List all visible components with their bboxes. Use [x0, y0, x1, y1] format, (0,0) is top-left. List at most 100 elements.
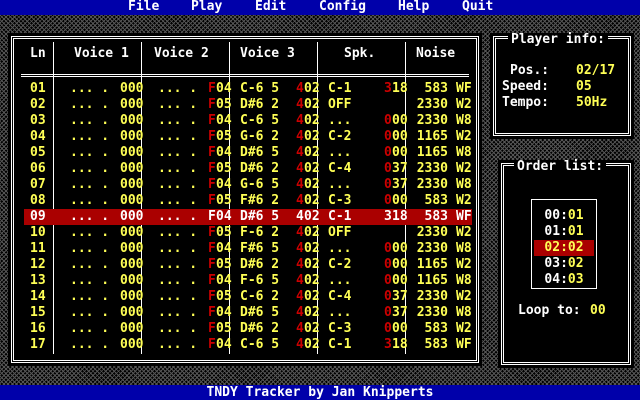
voice2-params: 05 — [216, 289, 232, 304]
noise-frequency: 2330 — [416, 305, 448, 320]
voice2-params: 05 — [216, 321, 232, 336]
order-item[interactable]: 03:02 — [534, 256, 594, 272]
order-pattern: 01 — [567, 208, 584, 223]
speaker-note: C-4 — [328, 161, 352, 176]
voice2-note: ... . — [158, 81, 198, 96]
order-list-box[interactable]: 00:01 01:01 02:02 03:02 04:03 — [531, 199, 597, 289]
speaker-note: C-1 — [328, 337, 352, 352]
voice2-note: ... . — [158, 337, 198, 352]
table-row[interactable]: 02... . 000... . F 05 D#6 2 4 02 OFF W2 2330 — [8, 97, 482, 113]
order-pattern: 01 — [567, 224, 584, 239]
voice3-note: D#6 2 — [240, 257, 280, 272]
noise-waveform: W8 — [456, 273, 472, 288]
table-row[interactable]: 14 ... . 000 ... . F 05 C-6 2 4 02 C-4 0 37 W2 2330 — [8, 289, 482, 305]
table-row[interactable]: 11 ... . 000 ... . F 04 F#6 5 4 02... 0 00 W8 2330 — [8, 241, 482, 257]
order-separator: : — [560, 256, 568, 271]
header-voice-2: Voice 2 — [154, 46, 209, 61]
table-row[interactable]: 03 ... . 000 ... . F 04 C-6 5 4 02... 0 00 W8 2330 — [8, 113, 482, 129]
speaker-note: OFF — [328, 225, 352, 240]
speaker-fx: 3 — [384, 337, 392, 352]
speaker-params: 00 — [392, 193, 408, 208]
menu-play[interactable]: Play — [191, 0, 222, 14]
voice3-fx: 4 — [296, 257, 304, 272]
voice3-fx: 4 — [296, 145, 304, 160]
order-item[interactable]: 00:01 — [534, 208, 594, 224]
voice2-params: 05 — [216, 161, 232, 176]
table-row[interactable]: 13 ... . 000 ... . F 04 F-6 5 4 02... 0 00 W8 1165 — [8, 273, 482, 289]
table-row[interactable]: 01 ... . 000 ... . F 04 C-6 5 4 02 C-1 3 18 WF 583 — [8, 81, 482, 97]
voice3-params: 02 — [304, 193, 320, 208]
voice3-params: 02 — [304, 81, 320, 96]
voice1-note: ... . — [70, 273, 110, 288]
table-row[interactable]: 06 ... . 000 ... . F 05 D#6 2 4 02 C-4 0 37 W2 2330 — [8, 161, 482, 177]
pattern-editor[interactable]: Ln Voice 1 Voice 2 Voice 3 Spk. Noise 01… — [8, 33, 482, 366]
speaker-params: 18 — [392, 81, 408, 96]
order-item-selected[interactable]: 02:02 — [534, 240, 594, 256]
current-row[interactable]: 09 ... . 000 ... . F 04 D#6 5 4 02 C-1 3 18 WF 583 — [24, 209, 472, 225]
status-bar: TNDY Tracker by Jan Knipperts — [0, 385, 640, 400]
menu-config[interactable]: Config — [319, 0, 366, 14]
voice3-params: 02 — [304, 337, 320, 352]
loop-to-value[interactable]: 00 — [590, 303, 606, 318]
voice2-note: ... . — [158, 305, 198, 320]
table-row[interactable]: 07 ... . 000 ... . F 04 G-6 5 4 02... 0 37 W8 2330 — [8, 177, 482, 193]
row-line-number: 09 — [30, 209, 46, 224]
table-row[interactable]: 10 ... . 000 ... . F 05 F-6 2 4 02 OFF W2 2330 — [8, 225, 482, 241]
menu-help[interactable]: Help — [398, 0, 429, 14]
voice2-fx: F — [208, 337, 216, 352]
speaker-fx: 0 — [384, 241, 392, 256]
order-position: 01 — [544, 224, 561, 239]
speaker-note: ... — [328, 273, 352, 288]
voice2-params: 05 — [216, 97, 232, 112]
voice3-fx: 4 — [296, 225, 304, 240]
table-row[interactable]: 05 ... . 000 ... . F 04 D#6 5 4 02... 0 00 W8 1165 — [8, 145, 482, 161]
order-item[interactable]: 01:01 — [534, 224, 594, 240]
noise-waveform: W8 — [456, 177, 472, 192]
voice2-fx: F — [208, 305, 216, 320]
row-line-number: 06 — [30, 161, 46, 176]
voice3-params: 02 — [304, 241, 320, 256]
table-row[interactable]: 15 ... . 000 ... . F 04 D#6 5 4 02... 0 37 W8 2330 — [8, 305, 482, 321]
speaker-note: ... — [328, 241, 352, 256]
noise-waveform: W2 — [456, 97, 472, 112]
table-row[interactable]: 12 ... . 000 ... . F 05 D#6 2 4 02 C-2 0 00 W2 1165 — [8, 257, 482, 273]
speaker-note: C-4 — [328, 289, 352, 304]
order-list-panel[interactable]: Order list: 00:01 01:01 02:02 03:02 04:03 Lo… — [498, 160, 634, 368]
voice1-params: 000 — [120, 161, 144, 176]
order-item[interactable]: 04:03 — [534, 272, 594, 288]
table-row[interactable]: 17 ... . 000 ... . F 04 C-6 5 4 02 C-1 3 18 WF 583 — [8, 337, 482, 353]
speaker-fx: 0 — [384, 305, 392, 320]
voice1-params: 000 — [120, 97, 144, 112]
voice3-fx: 4 — [296, 193, 304, 208]
speaker-note: ... — [328, 305, 352, 320]
speaker-params: 37 — [392, 177, 408, 192]
voice2-note: ... . — [158, 161, 198, 176]
noise-waveform: W2 — [456, 257, 472, 272]
speaker-fx: 0 — [384, 289, 392, 304]
speaker-note: C-2 — [328, 129, 352, 144]
menu-file[interactable]: File — [128, 0, 159, 14]
voice3-params: 02 — [304, 305, 320, 320]
table-row[interactable]: 16 ... . 000 ... . F 05 D#6 2 4 02 C-3 0 00 W2 583 — [8, 321, 482, 337]
voice1-params: 000 — [120, 321, 144, 336]
voice2-note: ... . — [158, 257, 198, 272]
voice2-note: ... . — [158, 113, 198, 128]
menu-edit[interactable]: Edit — [255, 0, 286, 14]
row-line-number: 12 — [30, 257, 46, 272]
row-line-number: 13 — [30, 273, 46, 288]
table-row[interactable]: 08 ... . 000 ... . F 05 F#6 2 4 02 C-3 0 00 W2 583 — [8, 193, 482, 209]
table-row[interactable]: 04 ... . 000 ... . F 05 G-6 2 4 02 C-2 0 00 W2 1165 — [8, 129, 482, 145]
voice2-fx: F — [208, 273, 216, 288]
speaker-params: 18 — [392, 337, 408, 352]
voice3-note: D#6 5 — [240, 305, 280, 320]
menu-quit[interactable]: Quit — [462, 0, 493, 14]
order-pattern: 02 — [567, 256, 584, 271]
voice3-note: G-6 2 — [240, 129, 280, 144]
speaker-note: C-3 — [328, 321, 352, 336]
voice3-params: 02 — [304, 209, 320, 224]
voice3-fx: 4 — [296, 81, 304, 96]
order-pattern: 03 — [567, 272, 584, 287]
voice1-note: ... . — [70, 225, 110, 240]
voice3-params: 02 — [304, 225, 320, 240]
voice3-fx: 4 — [296, 337, 304, 352]
